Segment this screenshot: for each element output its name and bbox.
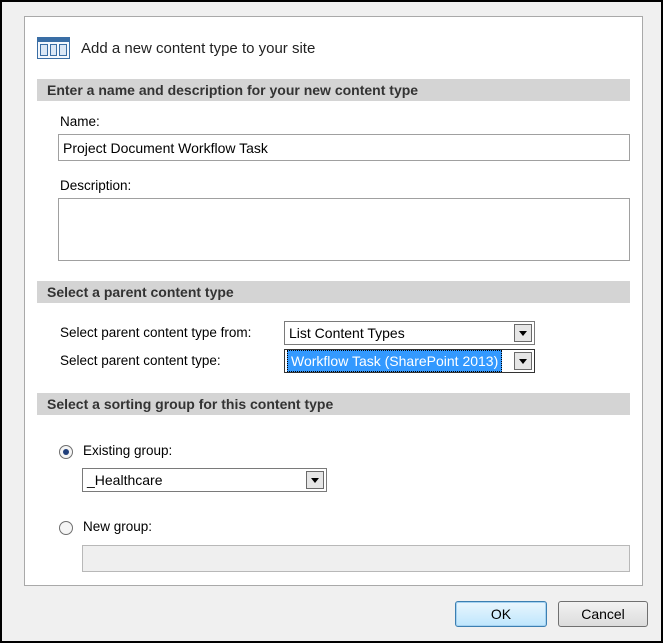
group-section-heading: Select a sorting group for this content … <box>37 393 630 415</box>
dialog-window: Add a new content type to your site Ente… <box>0 0 663 643</box>
dialog-title: Add a new content type to your site <box>81 39 316 57</box>
parent-section-heading: Select a parent content type <box>37 281 630 303</box>
parent-type-label: Select parent content type: <box>60 353 221 368</box>
description-textarea[interactable] <box>58 198 630 261</box>
existing-group-radio[interactable] <box>59 445 73 459</box>
new-group-label: New group: <box>83 519 153 534</box>
parent-type-select[interactable]: Workflow Task (SharePoint 2013) <box>284 349 535 373</box>
parent-from-select[interactable]: List Content Types <box>284 321 535 345</box>
content-type-icon <box>37 37 70 59</box>
existing-group-label: Existing group: <box>83 443 173 458</box>
name-section-heading: Enter a name and description for your ne… <box>37 79 630 101</box>
parent-from-label: Select parent content type from: <box>60 325 252 340</box>
parent-from-value: List Content Types <box>289 325 405 341</box>
parent-type-value: Workflow Task (SharePoint 2013) <box>287 350 503 372</box>
description-label: Description: <box>60 178 132 193</box>
existing-group-select[interactable]: _Healthcare <box>82 468 327 492</box>
name-input[interactable]: Project Document Workflow Task <box>58 134 630 161</box>
chevron-down-icon[interactable] <box>306 471 324 489</box>
cancel-button[interactable]: Cancel <box>558 601 648 627</box>
ok-button[interactable]: OK <box>455 601 547 627</box>
existing-group-value: _Healthcare <box>87 472 163 488</box>
chevron-down-icon[interactable] <box>514 352 532 370</box>
new-group-radio[interactable] <box>59 521 73 535</box>
name-label: Name: <box>60 114 100 129</box>
dialog-content: Add a new content type to your site Ente… <box>24 16 643 586</box>
new-group-input[interactable] <box>82 545 630 572</box>
chevron-down-icon[interactable] <box>514 324 532 342</box>
dialog-header: Add a new content type to your site <box>37 35 315 61</box>
